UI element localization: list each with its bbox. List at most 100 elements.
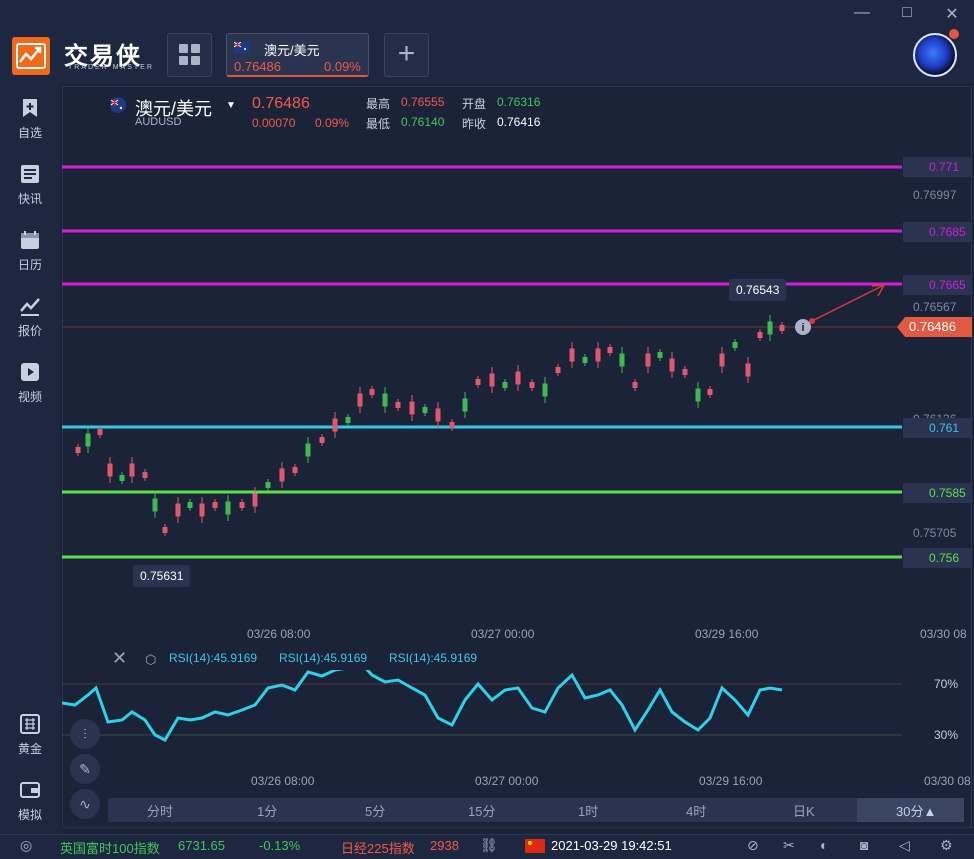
current-price-tag: 0.76486 xyxy=(897,317,972,337)
app-window: 交易侠 TRADER MASTER 澳元/美元 0.76486 0.09% + … xyxy=(0,0,974,859)
candle-body xyxy=(582,357,588,363)
ticker-value: 2938 xyxy=(430,838,459,853)
sidebar: 自选 快讯 日历 报价 视频 黄金 模拟 xyxy=(0,84,60,834)
sidebar-item-calendar[interactable]: 日历 xyxy=(0,230,60,290)
time-label: 03/26 08:00 xyxy=(247,627,311,641)
candle-body xyxy=(107,463,113,477)
candlestick-icon: ⫶ xyxy=(83,726,87,742)
timeframe-1h[interactable]: 1时 xyxy=(578,801,598,820)
candle-body xyxy=(695,388,701,402)
time-label: 03/30 08 xyxy=(924,774,971,788)
candlestick-chart[interactable]: i xyxy=(62,130,902,630)
draw-off-icon[interactable]: ⊘ xyxy=(747,837,759,854)
maximize-button[interactable]: □ xyxy=(897,4,917,22)
candle-body xyxy=(357,393,363,407)
sound-off-icon[interactable]: ◁ xyxy=(899,837,910,854)
headset-icon[interactable]: ◎ xyxy=(20,837,32,854)
candle-body xyxy=(369,389,375,395)
candle-body xyxy=(152,498,158,512)
level-label: 0.7685 xyxy=(903,222,971,242)
candle-body xyxy=(319,437,325,443)
sidebar-item-watchlist[interactable]: 自选 xyxy=(0,98,60,158)
candle-body xyxy=(279,468,285,482)
contrast-icon[interactable]: ◐ xyxy=(820,837,828,853)
candle-body xyxy=(187,502,193,508)
candle-body xyxy=(645,353,651,367)
rsi-label: RSI(14):45.9169 xyxy=(169,651,258,665)
indicator-tool[interactable]: ∿ xyxy=(70,789,100,819)
price-tick: 0.76567 xyxy=(913,300,957,314)
datetime: 2021-03-29 19:42:51 xyxy=(551,838,672,853)
close-indicator-icon[interactable]: ✕ xyxy=(112,648,127,669)
level-lines xyxy=(62,165,902,559)
candle-body xyxy=(239,502,245,508)
layout-grid-button[interactable] xyxy=(167,33,212,77)
plus-icon: + xyxy=(397,37,416,70)
candle-style-tool[interactable]: ⫶ xyxy=(70,719,100,749)
minimize-button[interactable]: — xyxy=(852,4,872,22)
timeframe-5m[interactable]: 5分 xyxy=(365,801,385,820)
top-bar xyxy=(0,0,974,84)
sidebar-item-news[interactable]: 快讯 xyxy=(0,164,60,224)
sidebar-item-simulate[interactable]: 模拟 xyxy=(0,780,60,840)
timeframe-15m[interactable]: 15分 xyxy=(468,801,495,820)
tools-icon[interactable]: ✂ xyxy=(783,837,795,854)
level-label: 0.771 xyxy=(903,157,971,177)
tab-audusd[interactable]: 澳元/美元 0.76486 0.09% xyxy=(226,33,369,77)
ticker-name[interactable]: 英国富时100指数 xyxy=(60,838,160,857)
level-label: 0.756 xyxy=(903,548,971,568)
avatar[interactable] xyxy=(913,33,957,77)
quote-chart-icon xyxy=(20,298,40,316)
candle-body xyxy=(475,379,481,385)
timeframe-bar xyxy=(108,798,964,822)
candle-body xyxy=(745,363,751,377)
candle-body xyxy=(719,353,725,367)
sidebar-item-quotes[interactable]: 报价 xyxy=(0,296,60,356)
australia-flag-icon xyxy=(110,97,126,113)
ticker-name[interactable]: 日经225指数 xyxy=(341,838,415,857)
symbol-code: AUDUSD xyxy=(135,116,182,128)
candle-body xyxy=(682,369,688,375)
add-tab-button[interactable]: + xyxy=(384,33,429,77)
candle-body xyxy=(142,472,148,478)
sidebar-item-label: 自选 xyxy=(17,126,42,140)
candle-body xyxy=(515,371,521,385)
tab-name: 澳元/美元 xyxy=(264,43,320,58)
chevron-down-icon[interactable]: ▼ xyxy=(226,100,236,111)
sidebar-item-gold[interactable]: 黄金 xyxy=(0,714,60,774)
candle-body xyxy=(449,422,455,428)
open-label: 开盘 xyxy=(462,97,487,111)
trend-arrow[interactable] xyxy=(811,284,885,322)
settings-icon[interactable]: ⚙ xyxy=(940,837,953,854)
candle-body xyxy=(382,393,388,407)
camera-icon[interactable]: ◙ xyxy=(860,837,868,853)
app-logo xyxy=(12,37,50,75)
link-icon[interactable]: ⛓ xyxy=(480,837,498,854)
candle-body xyxy=(632,382,638,388)
candle-body xyxy=(422,407,428,413)
timeframe-4h[interactable]: 4时 xyxy=(686,801,706,820)
candle-body xyxy=(669,358,675,372)
time-label: 03/26 08:00 xyxy=(251,774,315,788)
level-label: 0.7585 xyxy=(903,483,971,503)
sidebar-item-label: 模拟 xyxy=(17,808,42,822)
sidebar-item-label: 黄金 xyxy=(17,742,42,756)
candle-body xyxy=(225,501,231,515)
rsi-label: RSI(14):45.9169 xyxy=(279,651,368,665)
candle-body xyxy=(732,342,738,348)
close-button[interactable]: ✕ xyxy=(942,4,962,24)
draw-tool[interactable]: ✎ xyxy=(70,754,100,784)
timeframe-30m[interactable]: 30分▲ xyxy=(896,801,936,820)
sidebar-item-label: 快讯 xyxy=(17,192,42,206)
gear-icon[interactable]: ⬡ xyxy=(145,652,156,668)
low-callout: 0.75631 xyxy=(133,565,191,587)
timeframe-day[interactable]: 日K xyxy=(793,801,815,820)
timeframe-tick[interactable]: 分时 xyxy=(147,801,173,820)
ticker-pct: -0.13% xyxy=(259,838,301,853)
svg-text:i: i xyxy=(801,322,804,334)
candle-body xyxy=(595,348,601,362)
candle-body xyxy=(175,503,181,517)
timeframe-1m[interactable]: 1分 xyxy=(257,801,277,820)
high-callout: 0.76543 xyxy=(729,279,787,301)
sidebar-item-video[interactable]: 视频 xyxy=(0,362,60,422)
